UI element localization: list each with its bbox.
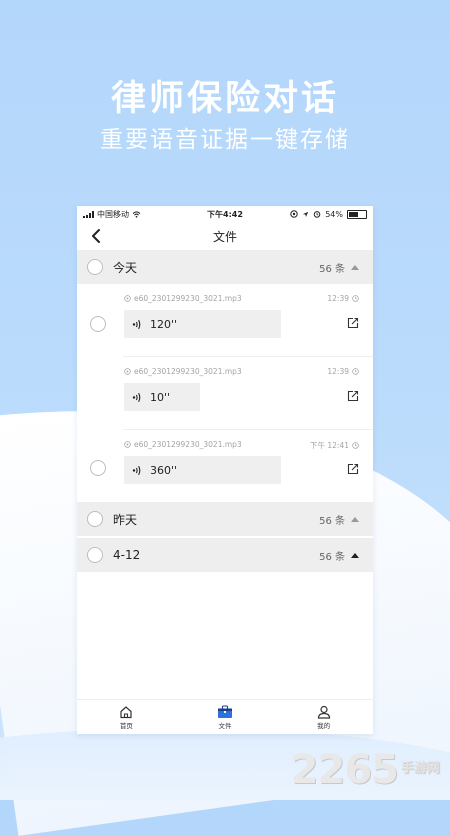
group-select-checkbox[interactable] — [87, 259, 103, 275]
share-icon[interactable] — [347, 463, 359, 475]
tab-files[interactable]: 文件 — [176, 700, 275, 734]
watermark-number: 2265 — [290, 747, 399, 793]
battery-percent: 54% — [325, 209, 343, 219]
home-icon — [120, 705, 132, 718]
recording-item[interactable]: e60_2301299230_3021.mp3 下午 12:41 360'' — [77, 430, 373, 502]
recording-item[interactable]: e60_2301299230_3021.mp3 12:39 10'' — [77, 357, 373, 429]
record-filename: e60_2301299230_3021.mp3 — [134, 294, 242, 303]
tab-files-label: 文件 — [218, 721, 232, 730]
group-header-4-12[interactable]: 4-12 56 条 — [77, 538, 373, 572]
watermark-logo: 2265 手游网 — [291, 750, 440, 790]
tab-home[interactable]: 首页 — [77, 700, 176, 734]
audio-bubble[interactable]: 120'' — [124, 310, 281, 338]
clock-icon — [352, 368, 359, 375]
back-button[interactable] — [89, 228, 105, 244]
audio-bubble[interactable]: 10'' — [124, 383, 200, 411]
location-icon — [303, 211, 309, 217]
tab-mine-label: 我的 — [317, 721, 331, 730]
clock-icon — [352, 442, 359, 449]
watermark-text: 手游网 — [400, 761, 440, 776]
group-title: 昨天 — [113, 512, 138, 527]
lock-rotation-icon — [290, 210, 298, 218]
status-bar: 中国移动 下午4:42 54% — [77, 206, 373, 222]
carrier-label: 中国移动 — [97, 209, 129, 219]
group-title: 今天 — [113, 260, 138, 275]
phone-screen: 中国移动 下午4:42 54% 文件 今天 56 条 e60_230129923… — [77, 206, 373, 734]
group-title: 4-12 — [113, 548, 141, 562]
group-select-checkbox[interactable] — [87, 511, 103, 527]
hero-title: 律师保险对话 — [110, 79, 339, 119]
audio-file-icon — [124, 441, 131, 448]
group-count: 56 条 — [319, 551, 345, 563]
group-select-checkbox[interactable] — [87, 547, 103, 563]
tab-mine[interactable]: 我的 — [274, 700, 373, 734]
record-time: 12:39 — [327, 294, 349, 303]
tab-bar: 首页 文件 我的 — [77, 699, 373, 734]
collapse-arrow-icon[interactable] — [351, 264, 359, 270]
audio-file-icon — [124, 295, 131, 302]
group-header-today[interactable]: 今天 56 条 — [77, 250, 373, 284]
wifi-icon — [132, 210, 141, 218]
navbar: 文件 — [77, 222, 373, 250]
alarm-icon — [313, 211, 321, 218]
signal-icon — [83, 210, 94, 218]
status-time: 下午4:42 — [207, 209, 243, 219]
audio-duration: 360'' — [150, 463, 178, 477]
sound-wave-icon — [132, 319, 141, 329]
battery-icon — [347, 209, 367, 219]
page-title: 文件 — [212, 229, 237, 244]
share-icon[interactable] — [347, 317, 359, 329]
group-header-yesterday[interactable]: 昨天 56 条 — [77, 502, 373, 536]
user-icon — [317, 705, 330, 719]
clock-icon — [352, 295, 359, 302]
briefcase-icon — [218, 704, 232, 718]
record-filename: e60_2301299230_3021.mp3 — [134, 440, 242, 449]
recording-item[interactable]: e60_2301299230_3021.mp3 12:39 120'' — [77, 284, 373, 356]
record-time: 12:39 — [327, 367, 349, 376]
group-count: 56 条 — [319, 263, 345, 275]
record-time: 下午 12:41 — [310, 441, 349, 450]
audio-bubble[interactable]: 360'' — [124, 456, 281, 484]
audio-duration: 10'' — [150, 390, 171, 404]
hero-subtitle: 重要语音证据一键存储 — [100, 127, 350, 153]
audio-duration: 120'' — [150, 317, 178, 331]
audio-file-icon — [124, 368, 131, 375]
group-count: 56 条 — [319, 515, 345, 527]
share-icon[interactable] — [347, 390, 359, 402]
expand-arrow-icon[interactable] — [351, 552, 359, 558]
collapse-arrow-icon[interactable] — [351, 516, 359, 522]
sound-wave-icon — [132, 392, 141, 402]
tab-home-label: 首页 — [119, 721, 133, 730]
record-select-checkbox[interactable] — [90, 460, 106, 476]
sound-wave-icon — [132, 465, 141, 475]
record-filename: e60_2301299230_3021.mp3 — [134, 367, 242, 376]
record-select-checkbox[interactable] — [90, 316, 106, 332]
